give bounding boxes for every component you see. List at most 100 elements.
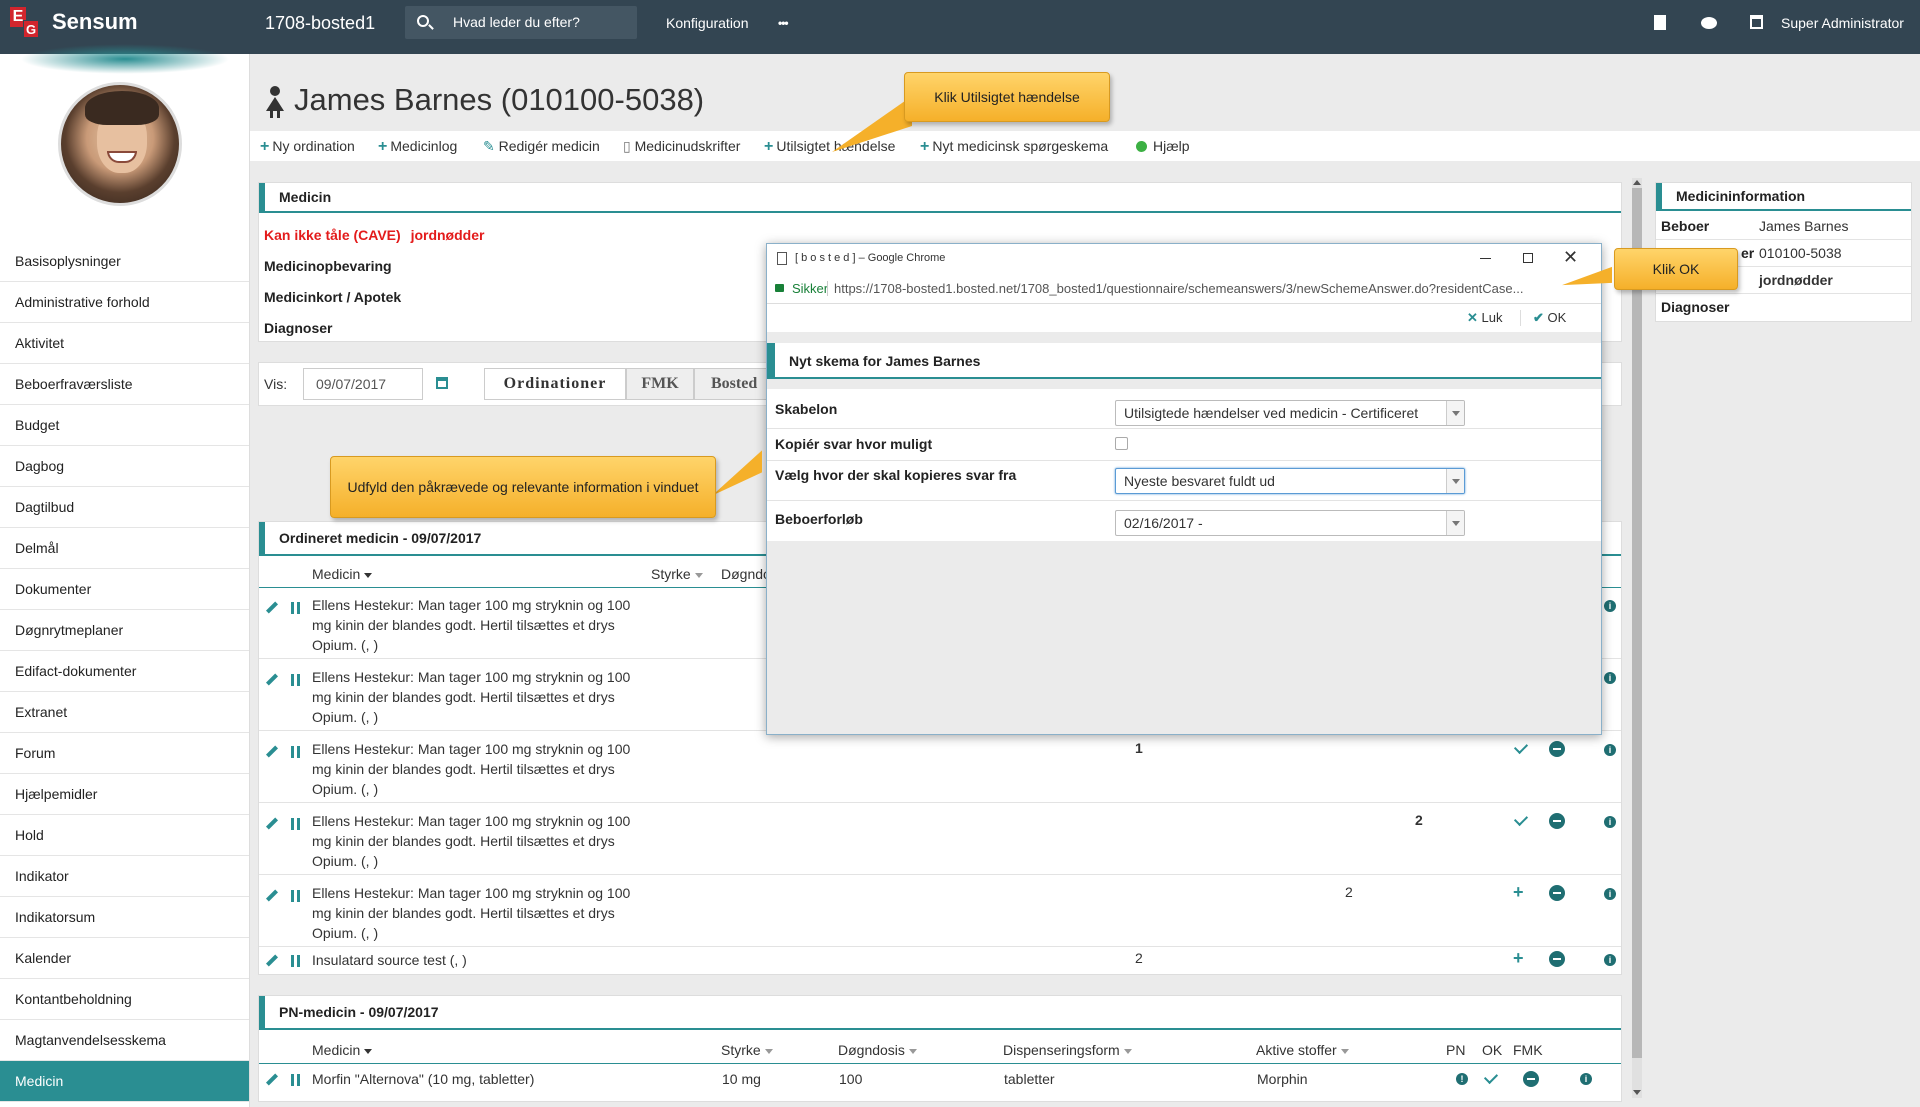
sidebar-item[interactable]: Kalender [0,938,249,979]
pencil-icon[interactable] [266,1074,278,1086]
eg-logo[interactable]: E G [10,7,42,39]
pencil-icon[interactable] [266,818,278,830]
calendar-icon[interactable] [436,377,448,389]
info-icon[interactable]: i [1604,672,1616,684]
sidebar-item[interactable]: Aktivitet [0,323,249,364]
plus-icon[interactable]: + [1513,883,1524,901]
sidebar-item[interactable]: Dokumenter [0,569,249,610]
maximize-icon[interactable] [1523,253,1533,263]
sidebar-item[interactable]: Beboerfraværsliste [0,364,249,405]
info-icon[interactable]: i [1604,600,1616,612]
pn-col-stoffer[interactable]: Aktive stoffer [1256,1042,1349,1058]
sidebar-item[interactable]: Hjælpemidler [0,774,249,815]
popup-url[interactable]: https://1708-bosted1.bosted.net/1708_bos… [834,281,1599,296]
new-ordination-button[interactable]: + Ny ordination [260,131,355,161]
pn-col-dogndosis[interactable]: Døgndosis [838,1042,917,1058]
course-select[interactable]: 02/16/2017 - [1115,510,1465,536]
info-icon[interactable]: i [1604,954,1616,966]
pn-col-form[interactable]: Dispenseringsform [1003,1042,1132,1058]
info-icon[interactable]: ! [1456,1073,1468,1085]
table-row: Ellens Hestekur: Man tager 100 mg strykn… [259,804,1621,875]
pause-icon[interactable] [291,955,301,967]
check-icon[interactable] [1513,739,1529,755]
sidebar-item[interactable]: Budget [0,405,249,446]
pause-icon[interactable] [291,674,301,686]
sidebar-item[interactable]: Hold [0,815,249,856]
pn-col-medicin[interactable]: Medicin [312,1042,373,1058]
chevron-down-icon [1446,401,1464,425]
medicinlog-button[interactable]: + Medicinlog [378,131,457,161]
calendar-icon[interactable] [1750,15,1763,29]
user-menu[interactable]: Super Administrator [1781,0,1904,54]
minus-circle-icon[interactable] [1549,741,1565,757]
info-icon[interactable]: i [1604,744,1616,756]
pencil-icon[interactable] [266,955,278,967]
popup-form-title: Nyt skema for James Barnes [767,343,1601,379]
minus-circle-icon[interactable] [1523,1071,1539,1087]
pencil-icon[interactable] [266,602,278,614]
check-icon[interactable] [1483,1069,1499,1085]
pause-icon[interactable] [291,818,301,830]
scroll-up-icon[interactable] [1633,180,1641,185]
sidebar-item-medicin[interactable]: Medicin [0,1061,249,1102]
pn-col-styrke[interactable]: Styrke [721,1042,773,1058]
sidebar-item[interactable]: Kontantbeholdning [0,979,249,1020]
popup-button-bar: ✕ Luk ✔ OK [767,304,1601,332]
questionnaire-button[interactable]: + Nyt medicinsk spørgeskema [920,131,1108,161]
tab-fmk[interactable]: FMK [626,368,694,400]
sidebar-item[interactable]: Indikatorsum [0,897,249,938]
col-medicin[interactable]: Medicin [312,566,373,582]
check-icon[interactable] [1513,811,1529,827]
sidebar-item[interactable]: Edifact-dokumenter [0,651,249,692]
print-button[interactable]: ▯ Medicinudskrifter [623,131,740,161]
info-icon[interactable]: i [1604,816,1616,828]
sidebar-item[interactable]: Døgnrytmeplaner [0,610,249,651]
close-window-icon[interactable]: ✕ [1563,247,1578,268]
col-styrke[interactable]: Styrke [651,566,703,582]
close-button[interactable]: ✕ Luk [1467,310,1503,326]
sidebar-item[interactable]: Extranet [0,692,249,733]
pencil-icon[interactable] [266,674,278,686]
pause-icon[interactable] [291,746,301,758]
date-input[interactable]: 09/07/2017 [303,368,423,400]
sidebar-item[interactable]: Magtanvendelsesskema [0,1020,249,1061]
pencil-icon[interactable] [266,890,278,902]
tab-ordinationer[interactable]: Ordinationer [484,368,626,400]
source-select[interactable]: Nyeste besvaret fuldt ud [1115,468,1465,494]
info-icon[interactable]: i [1580,1073,1592,1085]
pencil-icon[interactable] [266,746,278,758]
edit-medicin-button[interactable]: ✎ Redigér medicin [483,131,600,161]
minimize-icon[interactable] [1480,258,1491,259]
pause-icon[interactable] [291,602,301,614]
pause-icon[interactable] [291,890,301,902]
sidebar-item[interactable]: Dagtilbud [0,487,249,528]
minus-circle-icon[interactable] [1549,885,1565,901]
info-icon[interactable]: i [1604,888,1616,900]
popup-address-bar[interactable]: Sikker https://1708-bosted1.bosted.net/1… [767,274,1601,304]
pause-icon[interactable] [291,1074,301,1086]
more-menu[interactable]: ••• [778,0,789,54]
sidebar-item[interactable]: Basisoplysninger [0,241,249,282]
sidebar-item[interactable]: Delmål [0,528,249,569]
minus-circle-icon[interactable] [1549,951,1565,967]
page-scrollbar-thumb[interactable] [1632,188,1642,1058]
copy-checkbox[interactable] [1115,437,1128,450]
sidebar-item[interactable]: Administrative forhold [0,282,249,323]
ok-button[interactable]: ✔ OK [1533,310,1566,326]
scroll-down-icon[interactable] [1633,1090,1641,1095]
plus-icon[interactable]: + [1513,949,1524,967]
minus-circle-icon[interactable] [1549,813,1565,829]
skabelon-select[interactable]: Utilsigtede hændelser ved medicin - Cert… [1115,400,1465,426]
config-menu[interactable]: Konfiguration [666,0,749,54]
table-row: Ellens Hestekur: Man tager 100 mg strykn… [259,732,1621,803]
sidebar-item[interactable]: Indikator [0,856,249,897]
sidebar-item[interactable]: Dagbog [0,446,249,487]
search-box[interactable]: Hvad leder du efter? [405,6,637,39]
instance-name[interactable]: 1708-bosted1 [265,0,375,54]
popup-titlebar[interactable]: [ b o s t e d ] – Google Chrome ✕ [767,244,1601,274]
col-dogndosis[interactable]: Døgndo [721,566,771,582]
document-icon[interactable] [1654,15,1666,30]
sidebar-item[interactable]: Forum [0,733,249,774]
help-button[interactable]: Hjælp [1136,131,1190,161]
chat-icon[interactable] [1701,17,1717,29]
